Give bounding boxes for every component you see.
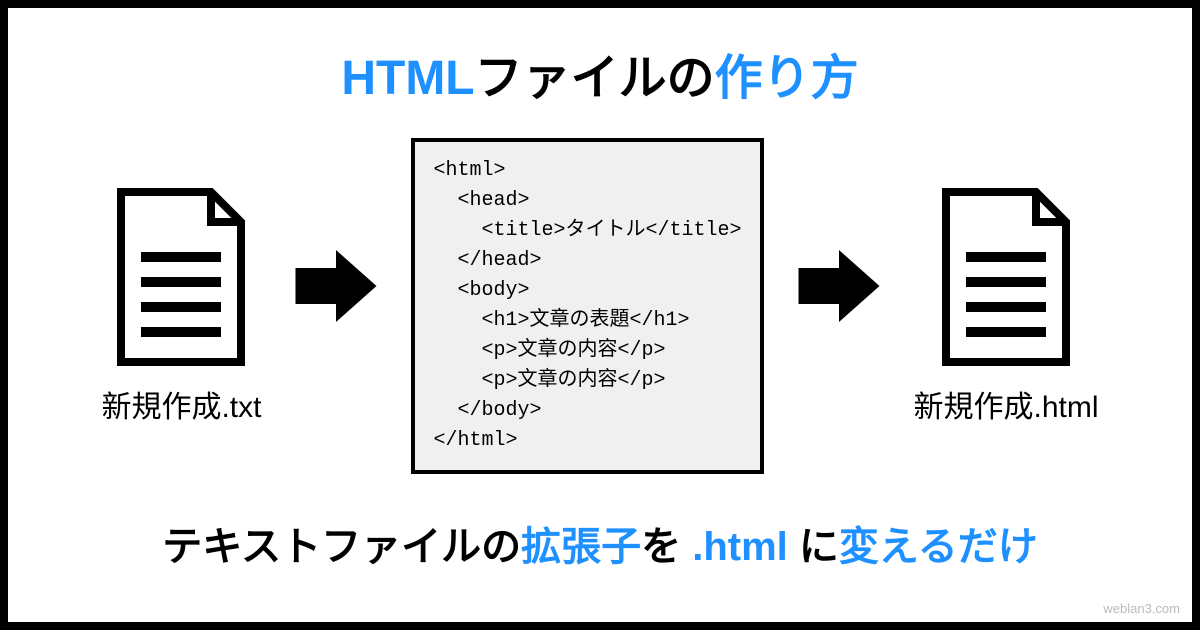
subtitle: テキストファイルの拡張子を .html に変えるだけ xyxy=(48,514,1152,572)
subtitle-part1: テキストファイルの xyxy=(162,525,521,569)
subtitle-part5: に xyxy=(788,525,839,569)
subtitle-part4: .html xyxy=(692,525,788,569)
title-part3: 作り方 xyxy=(715,52,859,105)
subtitle-part6: 変えるだけ xyxy=(839,525,1038,569)
file-label-html: 新規作成.html xyxy=(914,382,1099,426)
diagram-frame: HTMLファイルの作り方 新規作成.txt <html> <head> <tit… xyxy=(0,0,1200,630)
title-part2: ファイルの xyxy=(475,52,715,105)
title-part1: HTML xyxy=(341,52,474,105)
watermark: weblan3.com xyxy=(1103,601,1180,616)
document-icon xyxy=(111,187,251,367)
file-block-html: 新規作成.html xyxy=(914,187,1099,426)
subtitle-part2: 拡張子 xyxy=(521,525,641,569)
subtitle-part3: を xyxy=(641,525,692,569)
arrow-right-icon xyxy=(291,241,381,331)
arrow-right-icon xyxy=(794,241,884,331)
diagram-row: 新規作成.txt <html> <head> <title>タイトル</titl… xyxy=(48,138,1152,474)
file-block-txt: 新規作成.txt xyxy=(101,187,261,426)
code-box: <html> <head> <title>タイトル</title> </head… xyxy=(411,138,763,474)
page-title: HTMLファイルの作り方 xyxy=(48,38,1152,108)
file-label-txt: 新規作成.txt xyxy=(101,382,261,426)
document-icon xyxy=(936,187,1076,367)
